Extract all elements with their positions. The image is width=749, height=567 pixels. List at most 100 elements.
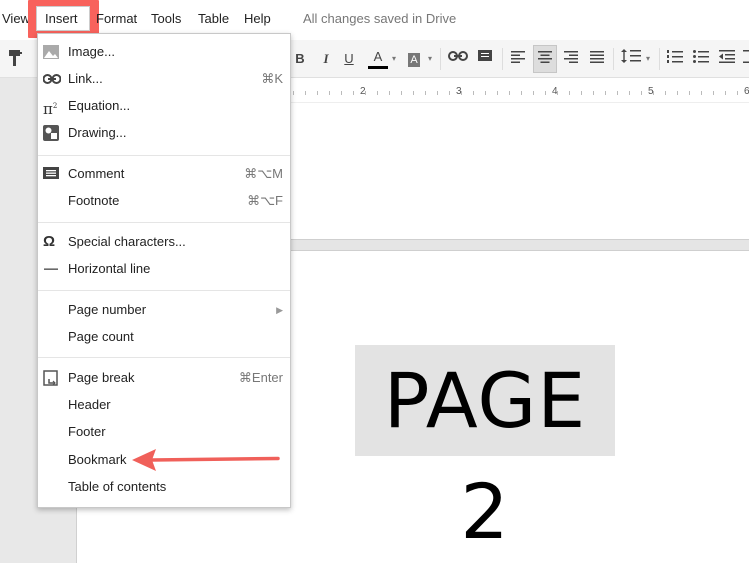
ruler-tick [605,91,606,95]
align-left-icon[interactable] [509,49,527,69]
italic-button[interactable]: I [318,49,334,69]
menu-help[interactable]: Help [244,11,271,26]
text-color-button[interactable]: A [368,49,388,69]
ruler-tick [617,91,618,95]
line-spacing-dropdown-icon[interactable]: ▾ [644,49,652,69]
ruler-tick [449,91,450,95]
text-color-bar [368,66,388,69]
ruler-tick [701,91,702,95]
page-break-icon [43,370,59,386]
menu-shortcut: ⌘⌥F [247,193,283,208]
menu-shortcut: ⌘K [261,71,283,86]
ruler-tick [533,91,534,95]
underline-button[interactable]: U [340,49,358,69]
menu-item-image[interactable]: Image... [38,39,290,65]
ruler-tick [653,91,654,95]
page2-heading[interactable]: PAGE 2 [355,345,615,556]
align-center-icon[interactable] [533,45,557,73]
text-color-icon: A [373,49,383,64]
menu-label: Equation... [68,98,131,113]
ruler-tick [677,91,678,95]
ruler-tick [413,91,414,95]
ruler-tick [329,91,330,95]
link-icon [42,71,62,87]
ruler-tick [317,91,318,95]
ruler-tick [665,91,666,95]
image-icon [43,44,59,60]
menu-table[interactable]: Table [198,11,229,26]
menu-item-page-break[interactable]: Page break ⌘Enter [38,365,290,391]
ruler-tick [461,91,462,95]
menu-label: Horizontal line [68,261,151,276]
drawing-icon [43,125,59,141]
menu-format[interactable]: Format [96,11,137,26]
menu-view[interactable]: View [2,11,30,26]
toolbar-divider [613,48,614,70]
ruler-tick [389,91,390,95]
ruler-tick [509,91,510,95]
line-spacing-icon[interactable] [620,49,642,69]
ruler-tick [425,91,426,95]
highlight-dropdown-icon[interactable]: ▾ [426,49,434,69]
ruler-tick [737,91,738,95]
insert-menu-dropdown: Image... Link... ⌘K π2 Equation... Drawi… [37,33,291,508]
menu-shortcut: ⌘⌥M [244,166,283,181]
ruler-tick [401,91,402,95]
insert-link-icon[interactable] [448,49,468,69]
ruler-tick [569,91,570,95]
ruler-tick [581,91,582,95]
menu-label: Special characters... [68,234,186,249]
numbered-list-icon[interactable] [666,49,684,69]
highlight-color-button[interactable]: A [404,49,424,69]
menu-item-header[interactable]: Header [38,392,290,418]
menu-item-comment[interactable]: Comment ⌘⌥M [38,161,290,187]
menu-item-special-characters[interactable]: Ω Special characters... [38,229,290,255]
ruler-tick [713,91,714,95]
submenu-arrow-icon: ▶ [276,305,283,315]
menu-item-link[interactable]: Link... ⌘K [38,66,290,92]
menu-label: Header [68,397,111,412]
ruler-tick [593,91,594,95]
ruler-tick [641,91,642,95]
bulleted-list-icon[interactable] [692,49,710,69]
ruler-tick [545,91,546,95]
annotation-arrow-icon [132,449,280,471]
text-color-dropdown-icon[interactable]: ▾ [390,49,398,69]
save-status: All changes saved in Drive [303,11,457,26]
align-right-icon[interactable] [562,49,580,69]
menu-item-horizontal-line[interactable]: Horizontal line [38,256,290,282]
ruler-tick [521,91,522,95]
increase-indent-icon[interactable] [742,49,749,69]
ruler-tick [437,91,438,95]
bold-button[interactable]: B [292,49,308,69]
menu-item-equation[interactable]: π2 Equation... [38,93,290,119]
menu-label: Page break [68,370,135,385]
menu-item-drawing[interactable]: Drawing... [38,120,290,146]
insert-comment-icon[interactable] [476,49,494,69]
ruler-tick [473,91,474,95]
menu-label: Bookmark [68,452,127,467]
ruler-tick [629,91,630,95]
paint-format-icon[interactable] [6,49,24,69]
horizontal-ruler: 2 3 4 5 6 [291,82,749,103]
menu-item-table-of-contents[interactable]: Table of contents [38,474,290,500]
pi-icon: π2 [43,100,58,118]
menu-label: Image... [68,44,115,59]
menu-item-page-number[interactable]: Page number ▶ [38,297,290,323]
menu-label: Page count [68,329,134,344]
ruler-tick [485,91,486,95]
menu-item-footnote[interactable]: Footnote ⌘⌥F [38,188,290,214]
decrease-indent-icon[interactable] [718,49,736,69]
align-justify-icon[interactable] [588,49,606,69]
menu-tools[interactable]: Tools [151,11,181,26]
ruler-tick [365,91,366,95]
comment-icon [43,166,59,182]
menu-label: Table of contents [68,479,167,494]
menu-item-footer[interactable]: Footer [38,419,290,445]
menu-insert[interactable]: Insert [45,11,78,26]
menu-separator [38,222,290,223]
menu-label: Drawing... [68,125,127,140]
menu-item-page-count[interactable]: Page count [38,324,290,350]
menu-label: Page number [68,302,147,317]
menu-separator [38,155,290,156]
